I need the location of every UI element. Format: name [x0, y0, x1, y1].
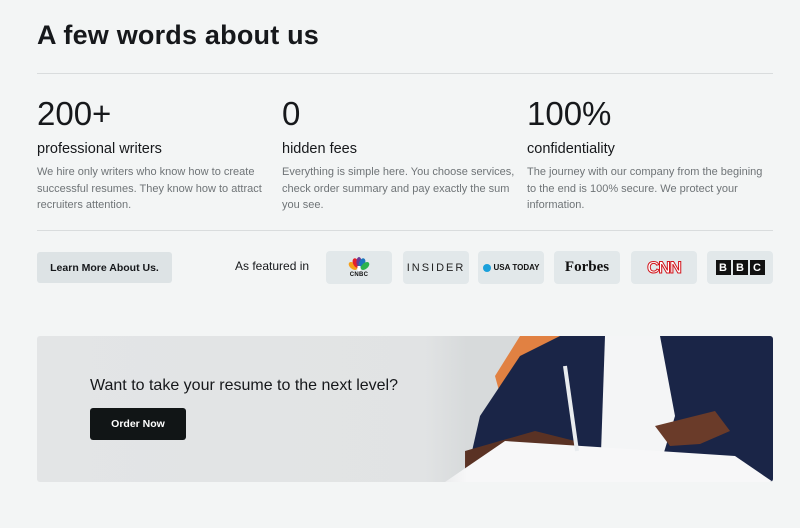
- stat-number: 100%: [527, 95, 612, 132]
- stat-confidentiality: 100% confidentiality The journey with ou…: [527, 94, 767, 214]
- peacock-icon: [348, 257, 370, 271]
- stat-description: We hire only writers who know how to cre…: [37, 166, 262, 211]
- usatoday-wordmark: USA TODAY: [493, 263, 540, 272]
- stat-label: hidden fees: [282, 141, 357, 157]
- divider-bottom: [37, 230, 773, 231]
- learn-more-button[interactable]: Learn More About Us.: [37, 252, 172, 283]
- insider-wordmark: INSIDER: [406, 261, 466, 274]
- bbc-block: C: [749, 260, 765, 275]
- stat-number: 0: [282, 95, 301, 132]
- stat-label: professional writers: [37, 141, 162, 157]
- insider-logo: INSIDER: [403, 251, 469, 284]
- stat-label: confidentiality: [527, 141, 615, 157]
- cnn-wordmark: CNN: [647, 257, 683, 277]
- section-title: A few words about us: [37, 20, 320, 50]
- stats-row: 200+ professional writers We hire only w…: [37, 94, 773, 214]
- forbes-logo: Forbes: [554, 251, 620, 284]
- cta-banner: Want to take your resume to the next lev…: [37, 336, 773, 482]
- usatoday-logo: USA TODAY: [478, 251, 544, 284]
- writing-hands-photo: [425, 336, 773, 482]
- order-now-button[interactable]: Order Now: [90, 408, 186, 440]
- featured-label: As featured in: [235, 259, 310, 273]
- stat-writers: 200+ professional writers We hire only w…: [37, 94, 277, 214]
- forbes-wordmark: Forbes: [564, 259, 610, 275]
- stat-description: Everything is simple here. You choose se…: [282, 166, 515, 211]
- bbc-block: B: [715, 260, 731, 275]
- cnbc-wordmark: CNBC: [349, 272, 369, 278]
- stat-description: The journey with our company from the be…: [527, 166, 763, 211]
- stat-number: 200+: [37, 95, 112, 132]
- banner-headline: Want to take your resume to the next lev…: [90, 377, 399, 394]
- cnn-logo: CNN: [631, 251, 697, 284]
- stat-fees: 0 hidden fees Everything is simple here.…: [282, 94, 522, 214]
- divider-top: [37, 73, 773, 74]
- usatoday-dot-icon: [482, 263, 491, 272]
- bbc-logo: B B C: [707, 251, 773, 284]
- bbc-block: B: [732, 260, 748, 275]
- cnbc-logo: CNBC: [326, 251, 392, 284]
